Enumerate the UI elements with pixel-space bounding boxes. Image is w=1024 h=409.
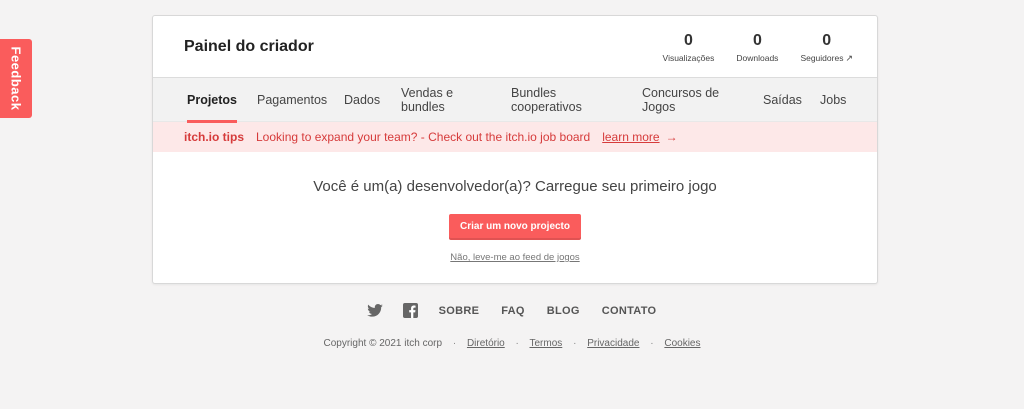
tab-concursos[interactable]: Concursos de Jogos — [642, 78, 732, 122]
tab-bundles-cooperativos[interactable]: Bundles cooperativos — [511, 78, 601, 122]
footer-link-sobre[interactable]: SOBRE — [439, 305, 480, 317]
stat-views: 0 Visualizações — [663, 31, 715, 64]
stat-views-value: 0 — [684, 32, 693, 49]
stat-followers-label-text: Seguidores — [800, 53, 844, 63]
stat-followers-value: 0 — [822, 32, 832, 49]
copyright-text: Copyright © 2021 itch corp — [323, 338, 443, 349]
tips-text: Looking to expand your team? - Check out… — [256, 130, 591, 144]
feedback-label: Feedback — [8, 46, 24, 111]
copyright-bar: Copyright © 2021 itch corp · Diretório ·… — [0, 338, 1024, 349]
empty-state: Você é um(a) desenvolvedor(a)? Carregue … — [153, 152, 877, 263]
footer-link-cookies[interactable]: Cookies — [664, 338, 700, 349]
stat-downloads-label: Downloads — [736, 53, 779, 63]
external-arrow-icon: ↗ — [845, 53, 853, 63]
stats-group: 0 Visualizações 0 Downloads 0 Seguidores… — [641, 31, 853, 64]
arrow-right-icon: → — [665, 130, 678, 144]
stat-views-label: Visualizações — [662, 53, 715, 63]
separator: · — [573, 338, 577, 349]
footer-link-termos[interactable]: Termos — [529, 338, 562, 349]
tab-pagamentos[interactable]: Pagamentos — [257, 78, 327, 122]
creator-dashboard-panel: Painel do criador 0 Visualizações 0 Down… — [152, 15, 878, 284]
stat-downloads: 0 Downloads — [736, 31, 778, 64]
separator: · — [515, 338, 519, 349]
dashboard-header: Painel do criador 0 Visualizações 0 Down… — [153, 16, 877, 77]
learn-more-link[interactable]: learn more — [602, 130, 659, 144]
upload-prompt-heading: Você é um(a) desenvolvedor(a)? Carregue … — [313, 178, 717, 195]
dashboard-tabs: Projetos Pagamentos Dados Vendas e bundl… — [153, 77, 877, 123]
footer-link-contato[interactable]: CONTATO — [602, 305, 657, 317]
footer-link-faq[interactable]: FAQ — [501, 305, 525, 317]
footer-link-diretorio[interactable]: Diretório — [467, 338, 505, 349]
twitter-icon[interactable] — [366, 304, 383, 317]
tab-dados[interactable]: Dados — [344, 78, 380, 122]
separator: · — [650, 338, 654, 349]
stat-followers-label[interactable]: Seguidores ↗ — [800, 53, 853, 64]
footer-nav: SOBRE FAQ BLOG CONTATO — [0, 303, 1024, 318]
stat-followers[interactable]: 0 Seguidores ↗ — [800, 31, 853, 64]
tab-saidas[interactable]: Saídas — [763, 78, 802, 122]
facebook-icon[interactable] — [402, 303, 418, 318]
skip-to-feed-link[interactable]: Não, leve-me ao feed de jogos — [153, 252, 877, 263]
tips-banner: itch.io tips Looking to expand your team… — [153, 122, 877, 152]
tab-vendas-bundles[interactable]: Vendas e bundles — [401, 78, 471, 122]
separator: · — [452, 338, 457, 349]
create-project-button[interactable]: Criar um novo projecto — [448, 214, 581, 240]
tab-jobs[interactable]: Jobs — [820, 78, 846, 122]
footer-link-blog[interactable]: BLOG — [547, 305, 580, 317]
feedback-tab[interactable]: Feedback — [0, 39, 32, 118]
tips-label: itch.io tips — [184, 130, 244, 144]
footer-link-privacidade[interactable]: Privacidade — [587, 338, 639, 349]
tab-projetos[interactable]: Projetos — [187, 78, 238, 123]
page-title: Painel do criador — [184, 38, 314, 55]
stat-downloads-value: 0 — [752, 32, 762, 49]
